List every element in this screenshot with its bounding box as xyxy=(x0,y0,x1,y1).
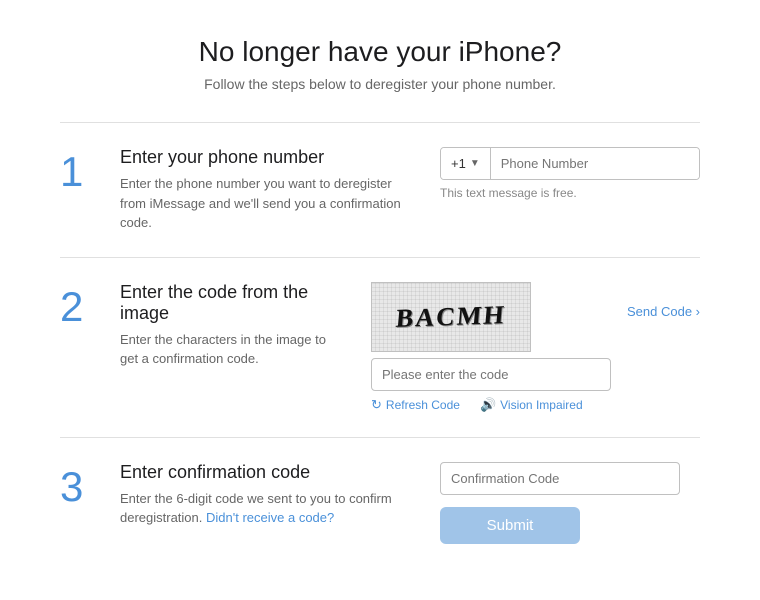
step-2-number: 2 xyxy=(60,286,96,328)
phone-input-row: +1 ▼ xyxy=(440,147,700,180)
submit-button[interactable]: Submit xyxy=(440,507,580,544)
step-1-input-area: +1 ▼ This text message is free. xyxy=(440,147,700,200)
vision-impaired-button[interactable]: 🔊 Vision Impaired xyxy=(480,397,583,413)
step-2-title: Enter the code from the image xyxy=(120,282,347,324)
refresh-icon: ↻ xyxy=(371,397,382,413)
step-2-content: Enter the code from the image Enter the … xyxy=(120,282,347,369)
refresh-code-label: Refresh Code xyxy=(386,398,460,412)
vision-impaired-label: Vision Impaired xyxy=(500,398,583,412)
step-3-description: Enter the 6-digit code we sent to you to… xyxy=(120,489,416,528)
step-2-description: Enter the characters in the image to get… xyxy=(120,330,347,369)
page-wrapper: No longer have your iPhone? Follow the s… xyxy=(0,0,760,588)
step-1-description: Enter the phone number you want to dereg… xyxy=(120,174,416,233)
step-3-number: 3 xyxy=(60,466,96,508)
phone-number-input[interactable] xyxy=(491,148,699,179)
step-2: 2 Enter the code from the image Enter th… xyxy=(60,257,700,437)
captcha-image: BACMH xyxy=(371,282,531,352)
captcha-code-input[interactable] xyxy=(371,358,611,391)
captcha-text: BACMH xyxy=(395,300,507,334)
country-code-value: +1 xyxy=(451,156,466,171)
refresh-code-button[interactable]: ↻ Refresh Code xyxy=(371,397,460,413)
send-code-button[interactable]: Send Code › xyxy=(627,304,700,319)
steps-container: 1 Enter your phone number Enter the phon… xyxy=(0,112,760,588)
no-code-link[interactable]: Didn't receive a code? xyxy=(206,510,334,525)
step-1-content: Enter your phone number Enter the phone … xyxy=(120,147,416,233)
chevron-down-icon: ▼ xyxy=(470,158,480,169)
speaker-icon: 🔊 xyxy=(480,397,496,413)
step-1-title: Enter your phone number xyxy=(120,147,416,168)
captcha-section: BACMH ↻ Refresh Code 🔊 Vision Impaired xyxy=(371,282,700,413)
captcha-actions: ↻ Refresh Code 🔊 Vision Impaired xyxy=(371,397,611,413)
step-2-input-area: BACMH ↻ Refresh Code 🔊 Vision Impaired xyxy=(371,282,700,413)
page-subtitle: Follow the steps below to deregister you… xyxy=(20,76,740,92)
step-1-number: 1 xyxy=(60,151,96,193)
page-header: No longer have your iPhone? Follow the s… xyxy=(0,0,760,112)
step-3-title: Enter confirmation code xyxy=(120,462,416,483)
step-3-content: Enter confirmation code Enter the 6-digi… xyxy=(120,462,416,528)
country-code-selector[interactable]: +1 ▼ xyxy=(441,148,491,179)
free-text-label: This text message is free. xyxy=(440,186,700,200)
page-title: No longer have your iPhone? xyxy=(20,36,740,68)
step-3: 3 Enter confirmation code Enter the 6-di… xyxy=(60,437,700,568)
step-3-input-area: Submit xyxy=(440,462,700,544)
confirmation-code-input[interactable] xyxy=(440,462,680,495)
step-1: 1 Enter your phone number Enter the phon… xyxy=(60,122,700,257)
